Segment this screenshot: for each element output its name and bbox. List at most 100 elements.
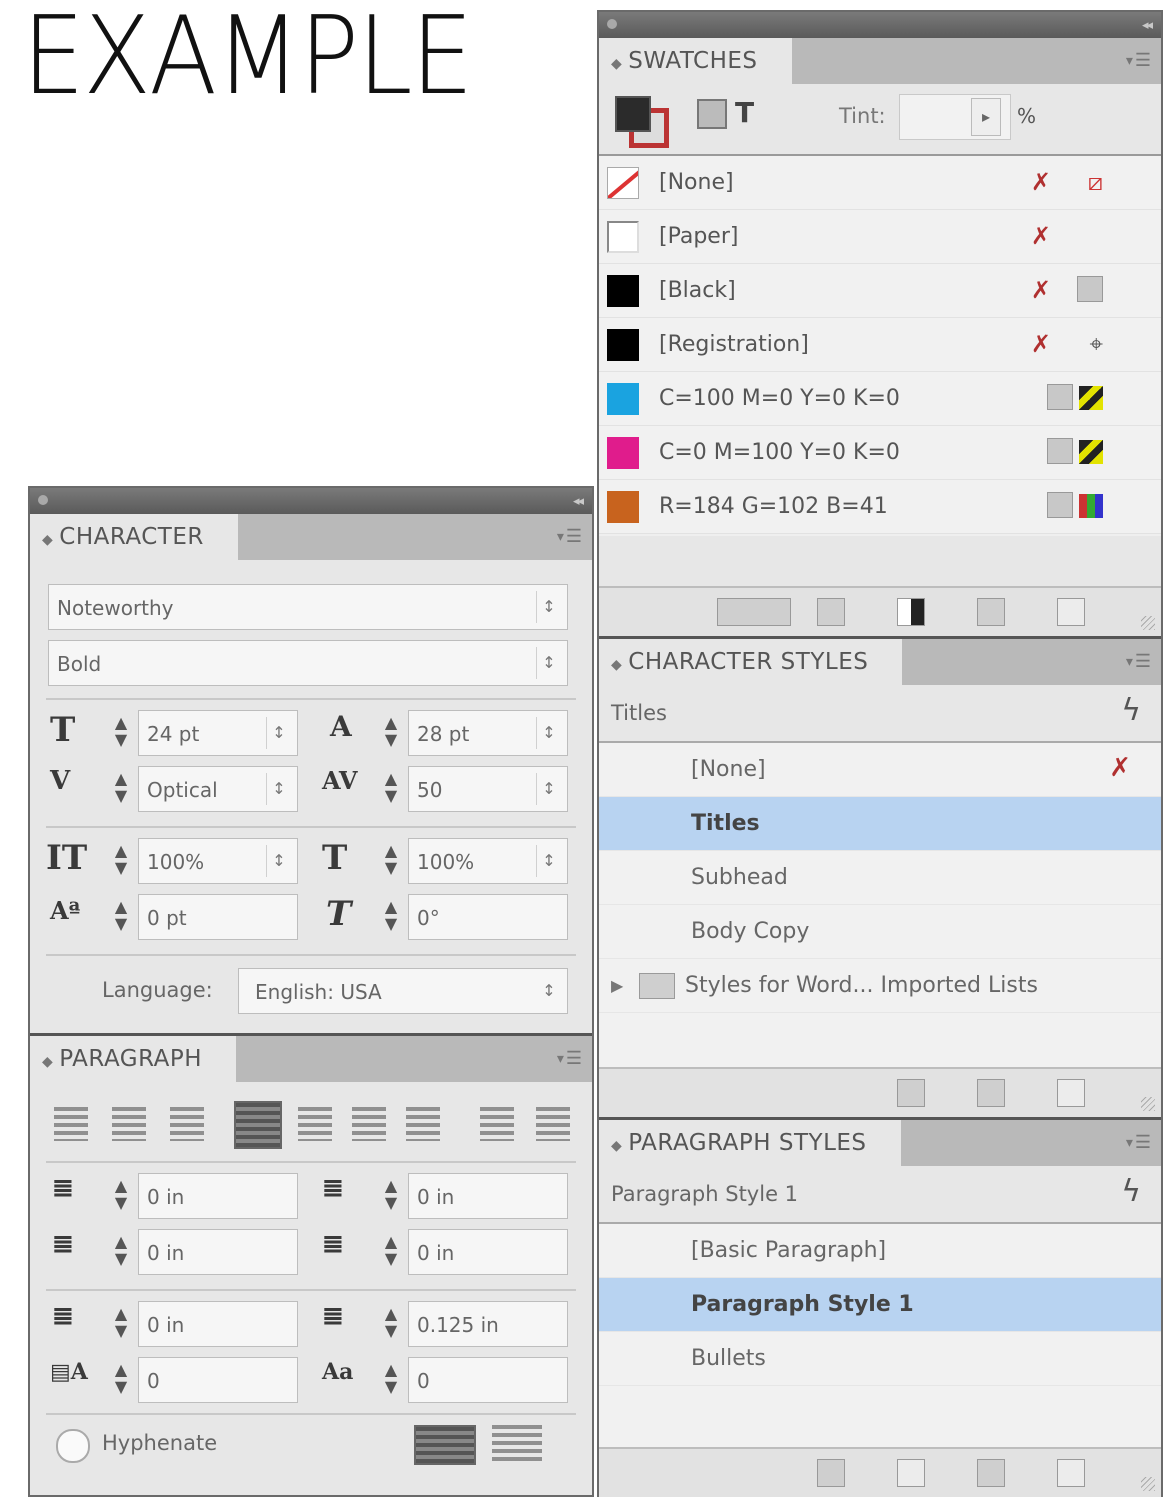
left-indent-stepper[interactable]: ▲ ▼ — [108, 1177, 134, 1213]
resize-handle[interactable] — [1141, 616, 1155, 630]
tint-dropdown-icon[interactable]: ▸ — [971, 98, 1001, 136]
panel-grip[interactable]: ◂◂ — [30, 488, 592, 514]
leading-field[interactable]: 28 pt ↕ — [408, 710, 568, 756]
formatting-text-icon[interactable]: T — [697, 96, 754, 129]
space-before-stepper[interactable]: ▲ ▼ — [108, 1305, 134, 1341]
tracking-field[interactable]: 50 ↕ — [408, 766, 568, 812]
drop-cap-lines-field[interactable]: 0 — [138, 1357, 298, 1403]
first-line-indent-field[interactable]: 0 in — [138, 1229, 298, 1275]
collapse-icon[interactable]: ◂◂ — [573, 494, 584, 509]
swatch-row[interactable]: [Black] ✗ — [599, 264, 1161, 318]
left-indent-field[interactable]: 0 in — [138, 1173, 298, 1219]
panel-grip[interactable]: ◂◂ — [599, 12, 1161, 38]
justify-left-button[interactable] — [234, 1101, 282, 1149]
justify-right-button[interactable] — [352, 1107, 386, 1141]
new-style-icon[interactable] — [977, 1459, 1005, 1487]
show-all-swatches-icon[interactable] — [717, 598, 791, 626]
right-indent-stepper[interactable]: ▲ ▼ — [378, 1177, 404, 1213]
new-style-group-icon[interactable] — [817, 1459, 845, 1487]
kerning-stepper[interactable]: ▲ ▼ — [108, 770, 134, 806]
new-swatch-icon[interactable] — [977, 598, 1005, 626]
single-line-composer-button[interactable] — [414, 1425, 476, 1465]
swatch-row[interactable]: C=0 M=100 Y=0 K=0 — [599, 426, 1161, 480]
align-right-button[interactable] — [170, 1107, 204, 1141]
tab-character-styles[interactable]: ◆ CHARACTER STYLES — [599, 639, 903, 685]
drop-cap-chars-stepper[interactable]: ▲ ▼ — [378, 1361, 404, 1397]
close-icon[interactable] — [38, 495, 48, 505]
align-left-button[interactable] — [54, 1107, 88, 1141]
justify-all-button[interactable] — [406, 1107, 440, 1141]
first-line-indent-stepper[interactable]: ▲ ▼ — [108, 1233, 134, 1269]
rgb-mode-icon — [1047, 492, 1103, 524]
fill-stroke-icon[interactable] — [615, 96, 669, 148]
paragraph-style-row[interactable]: [Basic Paragraph] — [599, 1224, 1161, 1278]
font-family-select[interactable]: Noteworthy ↕ — [48, 584, 568, 630]
clear-overrides-icon[interactable] — [897, 1459, 925, 1487]
panel-menu-icon[interactable]: ▾☰ — [555, 526, 582, 547]
collapse-icon[interactable]: ◂◂ — [1142, 18, 1153, 33]
tab-character[interactable]: ◆ CHARACTER — [30, 514, 238, 560]
baseline-shift-stepper[interactable]: ▲ ▼ — [108, 898, 134, 934]
swatch-row[interactable]: C=100 M=0 Y=0 K=0 — [599, 372, 1161, 426]
skew-field[interactable]: 0° — [408, 894, 568, 940]
resize-handle[interactable] — [1141, 1477, 1155, 1491]
close-icon[interactable] — [607, 19, 617, 29]
align-away-from-spine-button[interactable] — [536, 1107, 570, 1141]
paragraph-style-row[interactable]: Bullets — [599, 1332, 1161, 1386]
new-style-group-icon[interactable] — [897, 1079, 925, 1107]
swatch-row[interactable]: R=184 G=102 B=41 — [599, 480, 1161, 534]
justify-center-button[interactable] — [298, 1107, 332, 1141]
swatch-row[interactable]: [Paper] ✗ — [599, 210, 1161, 264]
delete-style-icon[interactable] — [1057, 1079, 1085, 1107]
new-style-icon[interactable] — [977, 1079, 1005, 1107]
panel-menu-icon[interactable]: ▾☰ — [1124, 1132, 1151, 1153]
tab-paragraph-styles[interactable]: ◆ PARAGRAPH STYLES — [599, 1120, 901, 1166]
kerning-field[interactable]: Optical ↕ — [138, 766, 298, 812]
quick-apply-icon[interactable]: ϟ — [1121, 1174, 1141, 1209]
delete-style-icon[interactable] — [1057, 1459, 1085, 1487]
drop-cap-chars-field[interactable]: 0 — [408, 1357, 568, 1403]
paragraph-composer-button[interactable] — [492, 1425, 542, 1461]
panel-menu-icon[interactable]: ▾☰ — [555, 1048, 582, 1069]
skew-stepper[interactable]: ▲ ▼ — [378, 898, 404, 934]
font-size-stepper[interactable]: ▲ ▼ — [108, 714, 134, 750]
tracking-stepper[interactable]: ▲ ▼ — [378, 770, 404, 806]
space-before-field[interactable]: 0 in — [138, 1301, 298, 1347]
character-style-row[interactable]: ▶ Styles for Word... Imported Lists — [599, 959, 1161, 1013]
horizontal-scale-field[interactable]: 100% ↕ — [408, 838, 568, 884]
align-center-button[interactable] — [112, 1107, 146, 1141]
font-style-select[interactable]: Bold ↕ — [48, 640, 568, 686]
panel-menu-icon[interactable]: ▾☰ — [1124, 651, 1151, 672]
resize-handle[interactable] — [1141, 1097, 1155, 1111]
character-style-row[interactable]: Subhead — [599, 851, 1161, 905]
character-style-row[interactable]: [None] ✗ — [599, 743, 1161, 797]
tab-swatches[interactable]: ◆ SWATCHES — [599, 38, 792, 84]
delete-swatch-icon[interactable] — [1057, 598, 1085, 626]
language-select[interactable]: English: USA ↕ — [238, 968, 568, 1014]
vertical-scale-field[interactable]: 100% ↕ — [138, 838, 298, 884]
font-size-field[interactable]: 24 pt ↕ — [138, 710, 298, 756]
show-gradient-swatches-icon[interactable] — [897, 598, 925, 626]
show-color-swatches-icon[interactable] — [817, 598, 845, 626]
drop-cap-lines-stepper[interactable]: ▲ ▼ — [108, 1361, 134, 1397]
paragraph-style-row[interactable]: Paragraph Style 1 — [599, 1278, 1161, 1332]
swatch-row[interactable]: [None] ✗ ⧄ — [599, 156, 1161, 210]
quick-apply-icon[interactable]: ϟ — [1121, 693, 1141, 728]
baseline-shift-field[interactable]: 0 pt — [138, 894, 298, 940]
swatch-row[interactable]: [Registration] ✗ ⌖ — [599, 318, 1161, 372]
character-style-row[interactable]: Titles — [599, 797, 1161, 851]
last-line-indent-stepper[interactable]: ▲ ▼ — [378, 1233, 404, 1269]
last-line-indent-field[interactable]: 0 in — [408, 1229, 568, 1275]
space-after-stepper[interactable]: ▲ ▼ — [378, 1305, 404, 1341]
expand-triangle-icon[interactable]: ▶ — [611, 976, 623, 995]
tab-paragraph[interactable]: ◆ PARAGRAPH — [30, 1036, 237, 1082]
horizontal-scale-stepper[interactable]: ▲ ▼ — [378, 842, 404, 878]
leading-stepper[interactable]: ▲ ▼ — [378, 714, 404, 750]
align-towards-spine-button[interactable] — [480, 1107, 514, 1141]
right-indent-field[interactable]: 0 in — [408, 1173, 568, 1219]
hyphenate-checkbox[interactable] — [56, 1429, 90, 1463]
space-after-field[interactable]: 0.125 in — [408, 1301, 568, 1347]
character-style-row[interactable]: Body Copy — [599, 905, 1161, 959]
panel-menu-icon[interactable]: ▾☰ — [1124, 50, 1151, 71]
vertical-scale-stepper[interactable]: ▲ ▼ — [108, 842, 134, 878]
